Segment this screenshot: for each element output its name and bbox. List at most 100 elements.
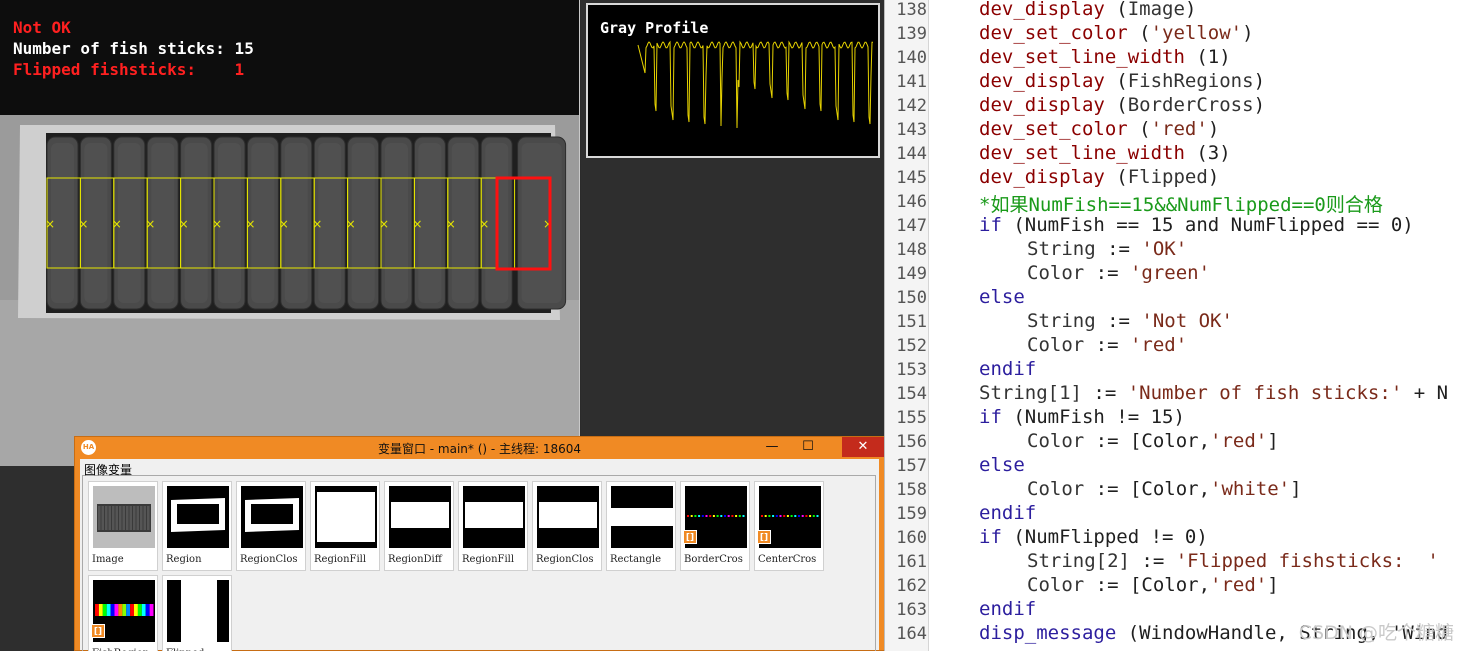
maximize-button[interactable]: ☐: [794, 437, 822, 457]
variable-name: BorderCros: [684, 554, 743, 565]
code-line[interactable]: dev_display (FishRegions): [979, 70, 1265, 92]
variable-name: Image: [92, 554, 124, 565]
variable-thumbnail[interactable]: RegionDiff: [384, 481, 454, 571]
code-line[interactable]: else: [979, 454, 1025, 476]
code-line[interactable]: endif: [979, 358, 1036, 380]
variable-window[interactable]: HA 变量窗口 - main* () - 主线程: 18604 — ☐ ✕ 图像…: [74, 436, 885, 651]
code-token: 'Flipped fishsticks: ': [1175, 550, 1439, 572]
code-token: 'red': [1129, 334, 1188, 356]
code-token: ): [1207, 166, 1220, 188]
watermark: CSDN @吃个糖糖: [1298, 622, 1454, 644]
code-token: (NumFish == 15 and NumFlipped == 0): [1001, 214, 1414, 236]
code-line[interactable]: dev_display (Image): [979, 0, 1196, 20]
variable-thumbnail[interactable]: RegionFill: [310, 481, 380, 571]
code-token: 'red': [1210, 574, 1268, 596]
code-line[interactable]: dev_display (BorderCross): [979, 94, 1265, 116]
code-line[interactable]: if (NumFlipped != 0): [979, 526, 1208, 548]
code-line[interactable]: dev_set_line_width (3): [979, 142, 1231, 164]
code-token: disp_message: [979, 622, 1117, 644]
code-line[interactable]: dev_set_line_width (1): [979, 46, 1231, 68]
code-line[interactable]: dev_set_color ('red'): [979, 118, 1219, 140]
variable-preview: [537, 486, 599, 548]
code-token: (: [1104, 70, 1128, 92]
border-cross: ×: [245, 217, 255, 231]
line-number: 138: [896, 0, 927, 20]
code-token: (: [1104, 0, 1128, 20]
variable-preview: [611, 486, 673, 548]
border-cross: ×: [412, 217, 422, 231]
code-token: 'green': [1129, 262, 1211, 284]
line-number: 147: [896, 216, 927, 236]
code-line[interactable]: Color := [Color,'red']: [1027, 430, 1279, 452]
line-number: 150: [896, 288, 927, 308]
variable-thumbnail[interactable]: Rectangle: [606, 481, 676, 571]
code-line[interactable]: Color := 'red': [1027, 334, 1187, 356]
line-number: 164: [896, 624, 927, 644]
variable-name: RegionFill: [462, 554, 515, 565]
code-line[interactable]: Color := [Color,'white']: [1027, 478, 1302, 500]
close-button[interactable]: ✕: [842, 437, 884, 457]
variable-thumbnail[interactable]: [] CenterCros: [754, 481, 824, 571]
tuple-badge-icon: []: [91, 624, 105, 638]
code-token: if: [979, 406, 1002, 428]
variable-name: RegionClos: [536, 554, 594, 565]
code-line[interactable]: String := 'OK': [1027, 238, 1187, 260]
line-number: 163: [896, 600, 927, 620]
variable-window-titlebar[interactable]: HA 变量窗口 - main* () - 主线程: 18604 — ☐ ✕: [75, 437, 884, 459]
variable-preview: [389, 486, 451, 548]
line-number: 159: [896, 504, 927, 524]
code-token: else: [979, 454, 1025, 476]
gray-profile-window[interactable]: Gray Profile: [586, 3, 880, 158]
code-line[interactable]: dev_set_color ('yellow'): [979, 22, 1254, 44]
line-number: 139: [896, 24, 927, 44]
tuple-badge-icon: []: [683, 530, 697, 544]
variable-thumbnail[interactable]: Flipped: [162, 575, 232, 651]
code-token: dev_display: [979, 166, 1105, 188]
fish-count-message: Number of fish sticks: 15: [13, 39, 254, 58]
code-line[interactable]: endif: [979, 502, 1036, 524]
variable-thumbnail[interactable]: RegionFill: [458, 481, 528, 571]
variable-thumbnail[interactable]: Image: [88, 481, 158, 571]
minimize-button[interactable]: —: [758, 437, 786, 457]
code-token: dev_set_color: [979, 22, 1128, 44]
code-line[interactable]: Color := [Color,'red']: [1027, 574, 1279, 596]
code-token: dev_display: [979, 70, 1105, 92]
line-number: 151: [896, 312, 927, 332]
code-line[interactable]: if (NumFish == 15 and NumFlipped == 0): [979, 214, 1414, 236]
variable-thumbnail[interactable]: RegionClos: [532, 481, 602, 571]
border-cross: ×: [379, 217, 389, 231]
line-number: 146: [896, 192, 927, 212]
variable-preview: [167, 580, 229, 642]
code-token: String[2]: [1027, 550, 1130, 572]
code-token: ): [1253, 94, 1266, 116]
code-line[interactable]: String[2] := 'Flipped fishsticks: ': [1027, 550, 1439, 572]
image-variables-label: 图像变量: [84, 463, 133, 477]
variable-window-body: 图像变量 Image Region RegionClos RegionFill Regi…: [80, 459, 879, 651]
code-token: Color: [1027, 430, 1085, 452]
code-line[interactable]: dev_display (Flipped): [979, 166, 1219, 188]
code-line[interactable]: endif: [979, 598, 1036, 620]
code-line[interactable]: String[1] := 'Number of fish sticks:' + …: [979, 382, 1448, 404]
variable-thumbnail[interactable]: []FishRegion: [88, 575, 158, 651]
line-number: 161: [896, 552, 927, 572]
variable-name: RegionDiff: [388, 554, 442, 565]
variable-preview: [315, 486, 377, 548]
line-number: 158: [896, 480, 927, 500]
code-line[interactable]: String := 'Not OK': [1027, 310, 1233, 332]
status-message: Not OK: [13, 18, 71, 37]
code-line[interactable]: else: [979, 286, 1025, 308]
variable-name: Rectangle: [610, 554, 661, 565]
line-number: 162: [896, 576, 927, 596]
variable-thumbnail[interactable]: RegionClos: [236, 481, 306, 571]
code-token: ): [1253, 70, 1266, 92]
variable-thumbnail[interactable]: Region: [162, 481, 232, 571]
code-token: ]: [1290, 478, 1302, 500]
code-line[interactable]: *如果NumFish==15&&NumFlipped==0则合格: [979, 190, 1383, 217]
line-number: 141: [896, 72, 927, 92]
code-token: Color: [1027, 334, 1085, 356]
code-line[interactable]: Color := 'green': [1027, 262, 1210, 284]
variable-thumbnail[interactable]: [] BorderCros: [680, 481, 750, 571]
code-line[interactable]: if (NumFish != 15): [979, 406, 1185, 428]
program-editor[interactable]: 138 139 140 141 142 143 144 145 146 147 148 149 150 1…: [884, 0, 1460, 651]
image-graphics-window[interactable]: × × × × × × × × × × × × × × × Not OK Number of fish st…: [0, 0, 580, 466]
